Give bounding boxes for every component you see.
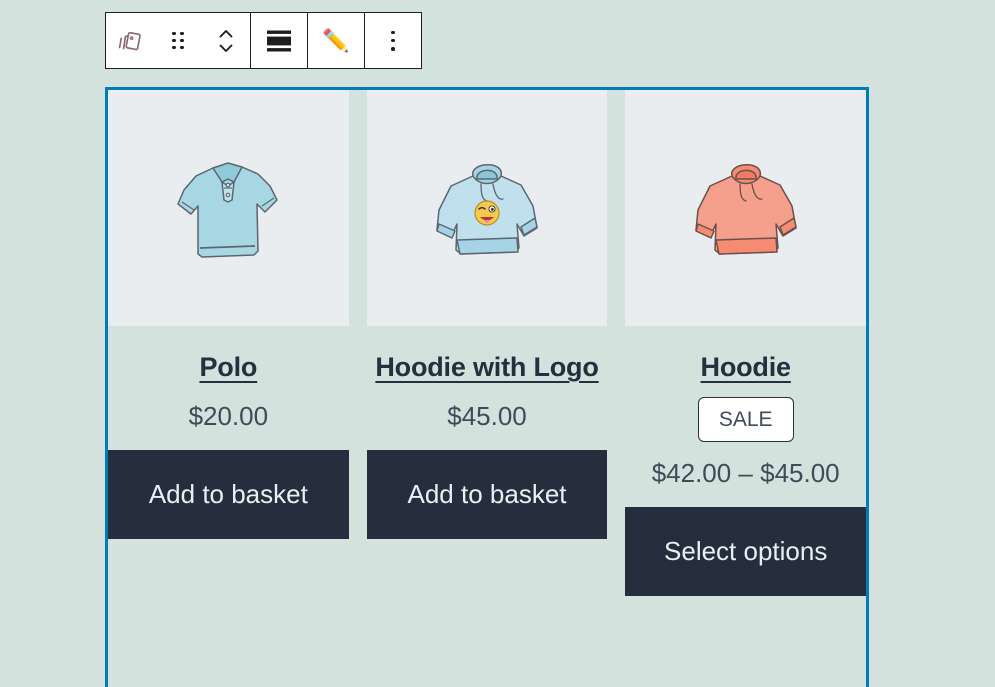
hoodie-image[interactable] [625, 90, 867, 326]
product-collection-block-button[interactable] [106, 13, 154, 68]
toolbar-group-align [251, 13, 308, 68]
move-up-down-button[interactable] [202, 13, 250, 68]
more-options-icon [391, 30, 395, 51]
select-options-button[interactable]: Select options [625, 506, 867, 596]
edit-button[interactable]: ✏️ [308, 13, 364, 68]
product-collection-icon [115, 26, 145, 56]
toolbar-group-edit: ✏️ [308, 13, 365, 68]
move-up-down-icon [216, 26, 236, 56]
status-badge: SALE [697, 396, 794, 442]
drag-handle-icon [172, 31, 184, 50]
product-title[interactable]: Polo [108, 350, 349, 385]
more-options-button[interactable] [365, 13, 421, 68]
product-title[interactable]: Hoodie [625, 350, 866, 385]
add-to-basket-button[interactable]: Add to basket [108, 449, 349, 539]
product-card[interactable]: Hoodie SALE $42.00 – $45.00 Select optio… [625, 90, 867, 687]
product-price: $45.00 [447, 400, 527, 431]
product-price: $42.00 – $45.00 [651, 457, 840, 488]
product-price: $20.00 [188, 400, 269, 431]
polo-shirt-image[interactable] [108, 90, 349, 326]
product-grid: Polo $20.00 Add to basket Hoodie with Lo… [108, 90, 867, 687]
product-title[interactable]: Hoodie with Logo [367, 350, 608, 385]
edit-pencil-icon: ✏️ [322, 27, 350, 53]
block-toolbar: ✏️ [105, 12, 422, 69]
add-to-basket-button[interactable]: Add to basket [366, 449, 608, 539]
align-icon [266, 29, 292, 53]
align-button[interactable] [251, 13, 307, 68]
product-card[interactable]: Hoodie with Logo $45.00 Add to basket [366, 90, 608, 687]
drag-handle-button[interactable] [154, 13, 202, 68]
hoodie-with-logo-image[interactable] [366, 90, 608, 326]
sale-badge-row: SALE [625, 396, 866, 442]
toolbar-group-block [106, 13, 251, 68]
product-card[interactable]: Polo $20.00 Add to basket [108, 90, 349, 687]
toolbar-group-more [365, 13, 421, 68]
product-collection-block[interactable]: Polo $20.00 Add to basket Hoodie with Lo… [105, 87, 869, 687]
